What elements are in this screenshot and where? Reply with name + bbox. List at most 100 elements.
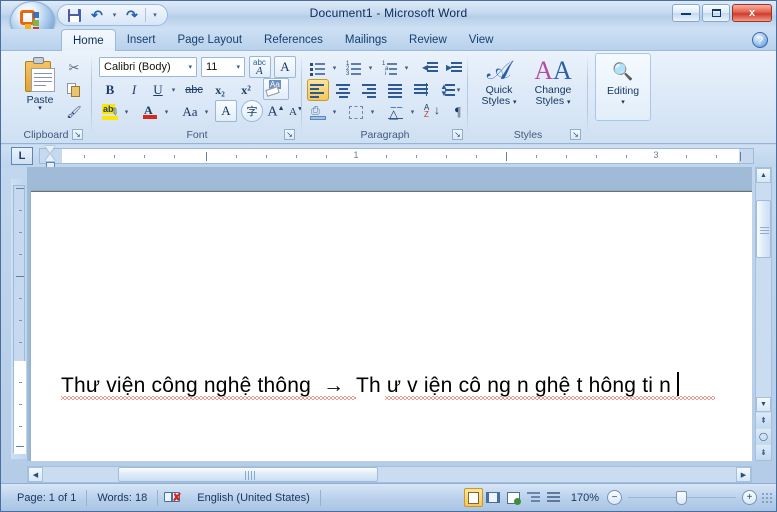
cut-button[interactable]: ✂ [63,57,85,79]
document-page[interactable]: Thư viện công nghệ thông → Th ư v iện cô… [31,191,752,461]
redo-button[interactable]: ↷ [122,6,142,24]
status-proofing-button[interactable]: ✘ [158,488,187,508]
help-icon[interactable]: ? [752,32,768,48]
paste-button[interactable]: Paste ▾ [13,55,67,123]
sort-button[interactable]: A Z ↓ [421,101,445,123]
font-name-combo[interactable]: Calibri (Body) ▾ [99,57,197,77]
paragraph-dialog-launcher[interactable]: ↘ [452,129,463,140]
tab-review[interactable]: Review [398,29,458,51]
status-word-count[interactable]: Words: 18 [87,488,157,508]
borders-dropdown[interactable]: ▾ [367,101,378,123]
font-size-combo[interactable]: 11 ▾ [201,57,245,77]
scroll-up-button[interactable]: ▲ [756,168,771,183]
highlight-dropdown[interactable]: ▾ [121,101,132,123]
subscript-button[interactable]: x₂ [209,79,231,101]
text-effects-button[interactable]: A [215,100,237,122]
undo-dropdown-button[interactable]: ▾ [110,6,119,24]
shading-button[interactable]: ⎙ [307,101,329,123]
format-painter-button[interactable]: 🖌 [63,101,85,123]
styles-dialog-launcher[interactable]: ↘ [570,129,581,140]
vertical-ruler-track[interactable] [13,185,26,454]
borders-button[interactable] [345,101,367,123]
save-button[interactable] [64,6,84,24]
tab-home[interactable]: Home [61,29,116,51]
minimize-button[interactable] [672,4,700,22]
clear-formatting-button[interactable]: Aa [263,78,289,100]
text-highlight-button[interactable]: ab ✎ [99,101,121,123]
change-case-dropdown[interactable]: ▾ [201,101,212,123]
multilevel-list-button[interactable]: 1 a i [379,57,401,79]
clipboard-dialog-launcher[interactable]: ↘ [72,129,83,140]
shading-dropdown[interactable]: ▾ [329,101,340,123]
document-text[interactable]: Thư viện công nghệ thông → Th ư v iện cô… [61,372,715,400]
font-color-button[interactable]: A [139,101,161,123]
view-draft-button[interactable] [544,488,563,507]
document-canvas[interactable]: Thư viện công nghệ thông → Th ư v iện cô… [27,167,752,461]
enclose-characters-button[interactable]: 字 [241,100,263,122]
underline-button[interactable]: U [147,79,169,101]
next-page-button[interactable]: ⇟ [756,445,771,460]
zoom-slider[interactable] [628,490,736,505]
vertical-scrollbar[interactable]: ▲ ▼ ⇞ ◯ ⇟ [755,167,772,461]
superscript-button[interactable]: x² [235,79,257,101]
bullets-dropdown[interactable]: ▾ [329,57,340,79]
quick-styles-button[interactable]: 𝒜 Quick Styles ▾ [473,53,525,121]
tab-mailings[interactable]: Mailings [334,29,398,51]
increase-indent-button[interactable]: ▶ [443,57,465,79]
line-spacing-dropdown[interactable]: ▾ [453,79,464,101]
multilevel-dropdown[interactable]: ▾ [401,57,412,79]
view-full-screen-reading-button[interactable] [484,488,503,507]
zoom-out-button[interactable]: − [607,490,622,505]
editing-button[interactable]: 🔍 Editing ▾ [595,53,651,121]
previous-page-button[interactable]: ⇞ [756,413,771,428]
change-case-button[interactable]: Aa [177,101,203,123]
scroll-right-button[interactable]: ▶ [736,467,751,482]
vertical-scrollbar-thumb[interactable] [756,200,771,258]
horizontal-scrollbar-thumb[interactable] [118,467,378,482]
bold-button[interactable]: B [99,79,121,101]
view-outline-button[interactable] [524,488,543,507]
hanging-indent-marker[interactable] [45,154,55,161]
tab-insert[interactable]: Insert [116,29,167,51]
scroll-left-button[interactable]: ◀ [28,467,43,482]
justify-button[interactable] [385,79,407,101]
center-button[interactable] [333,79,355,101]
decrease-indent-button[interactable]: ◀ [419,57,441,79]
align-right-button[interactable] [359,79,381,101]
view-print-layout-button[interactable] [463,488,483,507]
tab-view[interactable]: View [458,29,505,51]
zoom-in-button[interactable]: + [742,490,757,505]
zoom-level-label[interactable]: 170% [563,492,607,504]
distributed-button[interactable] [411,79,433,101]
font-color-dropdown[interactable]: ▾ [161,101,172,123]
scroll-down-button[interactable]: ▼ [756,397,771,412]
first-line-indent-marker[interactable] [45,146,55,153]
customize-qat-button[interactable]: ▾ [149,6,161,24]
status-language[interactable]: English (United States) [187,488,320,508]
shrink-font-button[interactable]: A▼ [285,101,307,123]
change-styles-button[interactable]: AA Change Styles ▾ [527,53,579,121]
underline-dropdown[interactable]: ▾ [168,79,179,101]
copy-button[interactable] [63,79,85,101]
status-page-indicator[interactable]: Page: 1 of 1 [7,488,86,508]
maximize-button[interactable] [702,4,730,22]
bullets-button[interactable] [307,57,329,79]
tab-references[interactable]: References [253,29,334,51]
strikethrough-button[interactable]: abc [183,79,205,101]
asian-layout-button[interactable]: −− △ [385,101,407,123]
horizontal-scrollbar[interactable]: ◀ ▶ [27,466,752,483]
numbering-button[interactable]: 1 2 3 [343,57,365,79]
grow-font-button[interactable]: A▲ [265,101,287,123]
view-web-layout-button[interactable] [504,488,523,507]
undo-button[interactable]: ↶ [87,6,107,24]
phonetic-guide-button[interactable]: abc A [249,56,271,78]
align-left-button[interactable] [307,79,329,101]
character-border-button[interactable]: A [274,56,296,78]
italic-button[interactable]: I [123,79,145,101]
zoom-slider-thumb[interactable] [676,490,687,505]
tab-selector-button[interactable]: L [11,147,33,165]
numbering-dropdown[interactable]: ▾ [365,57,376,79]
show-formatting-marks-button[interactable]: ¶ [447,101,469,123]
asian-layout-dropdown[interactable]: ▾ [407,101,418,123]
font-dialog-launcher[interactable]: ↘ [284,129,295,140]
